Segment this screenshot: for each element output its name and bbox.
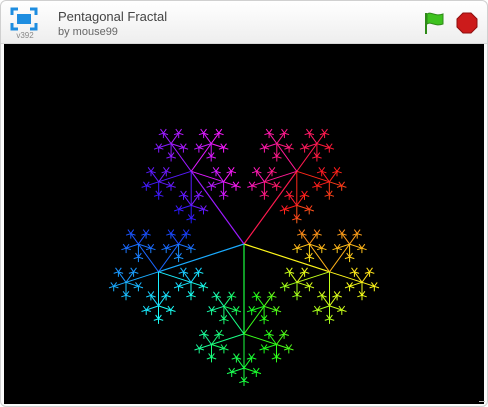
fullscreen-icon bbox=[10, 7, 38, 31]
green-flag-button[interactable] bbox=[423, 11, 445, 35]
stop-sign-icon bbox=[456, 12, 478, 34]
project-author[interactable]: by mouse99 bbox=[58, 26, 118, 38]
version-label: v392 bbox=[16, 31, 34, 40]
pentagonal-fractal-drawing bbox=[108, 128, 380, 386]
stop-button[interactable] bbox=[456, 12, 478, 34]
resize-corner bbox=[479, 401, 485, 405]
player-header: v392 Pentagonal Fractal by mouse99 bbox=[1, 1, 487, 44]
stage-canvas[interactable] bbox=[4, 44, 484, 404]
project-player: v392 Pentagonal Fractal by mouse99 bbox=[0, 0, 488, 407]
green-flag-icon bbox=[425, 12, 444, 34]
project-title[interactable]: Pentagonal Fractal bbox=[58, 9, 167, 24]
